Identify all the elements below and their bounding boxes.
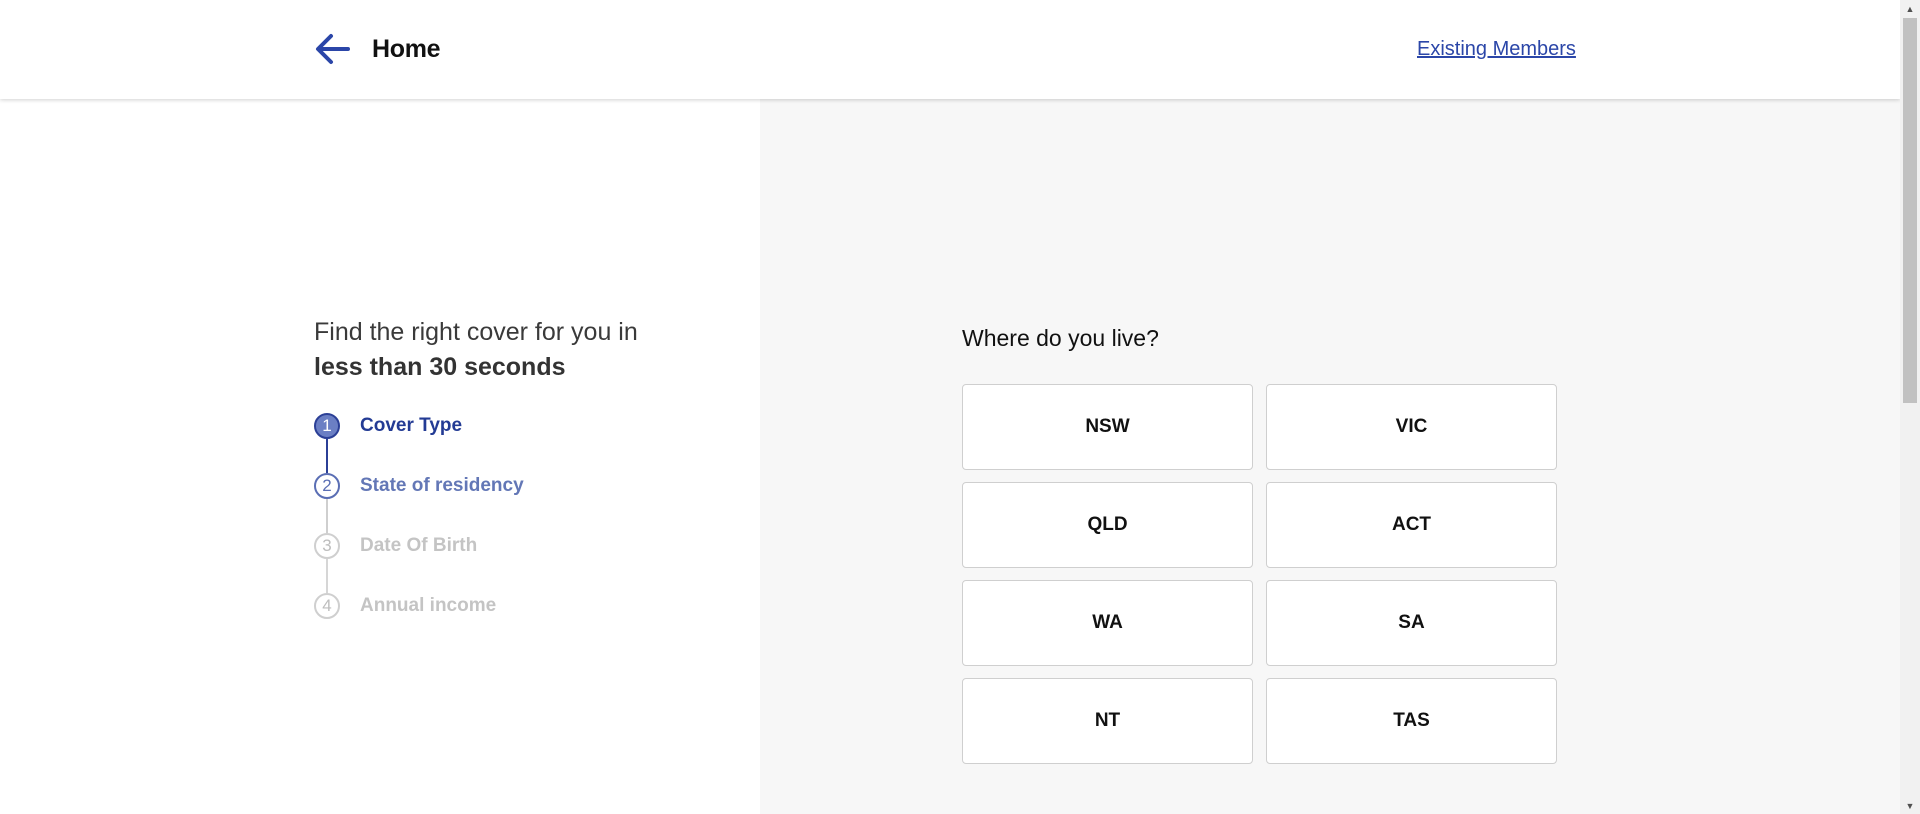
state-options-grid: NSW VIC QLD ACT WA SA NT TAS (962, 384, 1557, 764)
step-label-annual-income: Annual income (360, 595, 497, 616)
state-option-wa[interactable]: WA (962, 580, 1253, 666)
state-option-act[interactable]: ACT (1266, 482, 1557, 568)
step-connector (326, 439, 328, 473)
page: Home Existing Members Find the right cov… (0, 0, 1920, 814)
vertical-scrollbar[interactable]: ▲ ▼ (1900, 0, 1920, 814)
step-annual-income: 4 Annual income (314, 593, 524, 653)
step-cover-type: 1 Cover Type (314, 413, 524, 473)
step-connector (326, 499, 328, 533)
existing-members-link[interactable]: Existing Members (1417, 38, 1576, 61)
scroll-down-icon[interactable]: ▼ (1900, 797, 1920, 814)
home-back-link[interactable]: Home (314, 30, 441, 68)
intro-heading: Find the right cover for you in less tha… (314, 315, 638, 385)
intro-line-2: less than 30 seconds (314, 353, 566, 381)
state-option-nt[interactable]: NT (962, 678, 1253, 764)
state-option-sa[interactable]: SA (1266, 580, 1557, 666)
home-label: Home (372, 34, 441, 63)
top-header: Home Existing Members (0, 0, 1900, 99)
scroll-up-icon[interactable]: ▲ (1900, 0, 1920, 17)
intro-line-1: Find the right cover for you in (314, 318, 638, 346)
left-panel: Find the right cover for you in less tha… (0, 99, 760, 814)
step-date-of-birth: 3 Date Of Birth (314, 533, 524, 593)
right-panel: Where do you live? NSW VIC QLD ACT WA SA… (760, 99, 1900, 814)
step-label-state-of-residency: State of residency (360, 475, 524, 496)
progress-steps: 1 Cover Type 2 State of residency 3 Date… (314, 413, 524, 653)
question-heading: Where do you live? (962, 325, 1159, 351)
state-option-tas[interactable]: TAS (1266, 678, 1557, 764)
step-label-cover-type: Cover Type (360, 415, 463, 436)
arrow-left-icon (314, 30, 352, 68)
step-number-2: 2 (314, 473, 340, 499)
state-option-nsw[interactable]: NSW (962, 384, 1253, 470)
step-number-3: 3 (314, 533, 340, 559)
state-option-vic[interactable]: VIC (1266, 384, 1557, 470)
step-state-of-residency: 2 State of residency (314, 473, 524, 533)
state-option-qld[interactable]: QLD (962, 482, 1253, 568)
step-number-4: 4 (314, 593, 340, 619)
step-number-1: 1 (314, 413, 340, 439)
step-label-date-of-birth: Date Of Birth (360, 535, 478, 556)
scrollbar-thumb[interactable] (1903, 18, 1917, 403)
step-connector (326, 559, 328, 593)
